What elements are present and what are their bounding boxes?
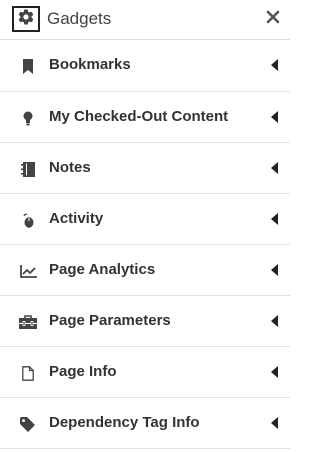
file-icon <box>19 364 37 382</box>
gadget-item-activity[interactable]: Activity <box>0 194 290 245</box>
notebook-icon <box>19 160 37 178</box>
panel-header: Gadgets <box>0 0 290 40</box>
close-icon <box>266 10 280 29</box>
gadget-item-page-info[interactable]: Page Info <box>0 347 290 398</box>
gadget-item-label: Activity <box>49 210 104 227</box>
lightbulb-icon <box>19 109 37 127</box>
gadget-item-label: Dependency Tag Info <box>49 414 200 431</box>
caret-left-icon <box>270 162 278 174</box>
gadgets-panel: Gadgets Bookmarks My Checked-Out Content… <box>0 0 290 452</box>
caret-left-icon <box>270 264 278 276</box>
panel-title: Gadgets <box>47 9 112 28</box>
gadget-item-dependency-tag-info[interactable]: Dependency Tag Info <box>0 398 290 449</box>
gadget-item-label: My Checked-Out Content <box>49 108 229 125</box>
toolbox-icon <box>19 313 37 331</box>
caret-left-icon <box>270 315 278 327</box>
mouse-icon <box>19 211 37 229</box>
gadget-item-page-parameters[interactable]: Page Parameters <box>0 296 290 347</box>
gadget-item-bookmarks[interactable]: Bookmarks <box>0 40 290 92</box>
tag-icon <box>19 415 37 433</box>
gadget-item-label: Bookmarks <box>49 56 131 73</box>
settings-button[interactable] <box>12 6 40 32</box>
gadget-item-label: Notes <box>49 159 91 176</box>
bookmark-icon <box>19 57 37 75</box>
line-chart-icon <box>19 262 37 280</box>
caret-left-icon <box>270 111 278 123</box>
gadget-item-label: Page Analytics <box>49 261 156 278</box>
gadget-item-page-analytics[interactable]: Page Analytics <box>0 245 290 296</box>
gadget-item-notes[interactable]: Notes <box>0 143 290 194</box>
gadget-item-label: Page Info <box>49 363 117 380</box>
caret-left-icon <box>270 366 278 378</box>
gadget-list: Bookmarks My Checked-Out Content Notes A… <box>0 40 290 449</box>
caret-left-icon <box>270 417 278 429</box>
caret-left-icon <box>270 213 278 225</box>
gadget-item-checked-out-content[interactable]: My Checked-Out Content <box>0 92 290 143</box>
caret-left-icon <box>270 59 278 71</box>
close-button[interactable] <box>264 10 282 28</box>
gear-icon <box>17 8 35 31</box>
gadget-item-label: Page Parameters <box>49 312 171 329</box>
